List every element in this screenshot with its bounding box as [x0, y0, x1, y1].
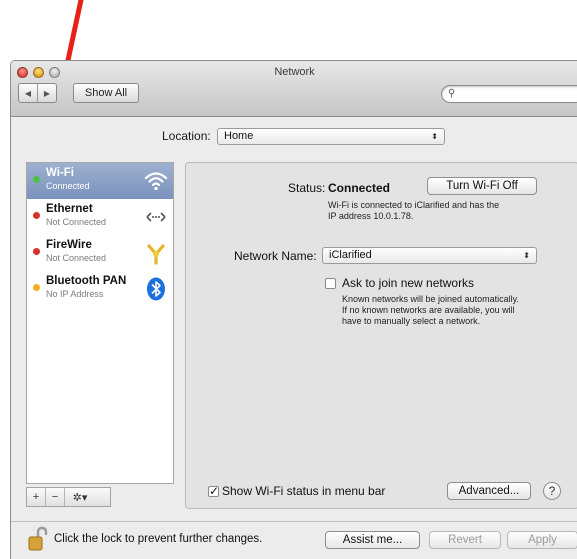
revert-button[interactable]: Revert: [429, 531, 501, 549]
turn-wifi-off-button[interactable]: Turn Wi-Fi Off: [427, 177, 537, 195]
remove-service-button[interactable]: −: [45, 488, 64, 506]
service-status: Not Connected: [46, 217, 107, 227]
service-status: No IP Address: [46, 289, 104, 299]
network-name-value: iClarified: [329, 249, 372, 261]
help-button[interactable]: ?: [543, 482, 561, 500]
service-status: Not Connected: [46, 253, 107, 263]
assist-me-button[interactable]: Assist me...: [325, 531, 420, 549]
ask-join-checkbox[interactable]: [325, 278, 336, 289]
location-value: Home: [224, 130, 254, 142]
bluetooth-icon: [147, 277, 165, 301]
service-name: FireWire: [46, 239, 92, 251]
back-arrow-icon[interactable]: ◀: [19, 84, 37, 102]
location-popup[interactable]: Home ⬍: [217, 128, 445, 145]
status-value: Connected: [328, 181, 391, 195]
service-item-firewire[interactable]: FireWire Not Connected: [27, 235, 173, 271]
ask-join-description-line1: Known networks will be joined automatica…: [342, 294, 519, 304]
window-title: Network: [274, 66, 315, 78]
ethernet-icon: [146, 212, 166, 222]
gear-menu-button[interactable]: ✲▾: [64, 488, 95, 506]
back-forward-control: ◀ ▶: [18, 83, 57, 103]
advanced-button[interactable]: Advanced...: [447, 482, 531, 500]
wifi-icon: [144, 172, 168, 191]
search-field[interactable]: ⚲: [441, 85, 577, 103]
forward-arrow-icon[interactable]: ▶: [37, 84, 56, 102]
status-dot: [33, 176, 40, 183]
ask-join-description-line2: If no known networks are available, you …: [342, 305, 515, 315]
magnifier-icon: ⚲: [448, 88, 456, 99]
show-wifi-status-checkbox[interactable]: ✓: [208, 485, 219, 497]
status-dot: [33, 212, 40, 219]
service-item-ethernet[interactable]: Ethernet Not Connected: [27, 199, 173, 235]
ask-join-label: Ask to join new networks: [342, 276, 475, 290]
service-detail-pane: Status: Connected Turn Wi-Fi Off Wi-Fi i…: [185, 162, 577, 509]
service-name: Wi-Fi: [46, 167, 74, 179]
service-name: Bluetooth PAN: [46, 275, 127, 287]
add-service-button[interactable]: +: [27, 488, 45, 506]
status-dot: [33, 284, 40, 291]
status-label: Status:: [288, 181, 326, 195]
updown-arrows-icon: ⬍: [523, 251, 530, 260]
location-label: Location:: [162, 129, 211, 143]
lock-message: Click the lock to prevent further change…: [54, 533, 263, 545]
status-description-line2: IP address 10.0.1.78.: [328, 211, 414, 221]
service-item-bluetooth-pan[interactable]: Bluetooth PAN No IP Address: [27, 271, 173, 307]
lock-icon[interactable]: [28, 526, 48, 552]
network-name-popup[interactable]: iClarified ⬍: [322, 247, 537, 264]
service-name: Ethernet: [46, 203, 93, 215]
show-wifi-status-label: Show Wi-Fi status in menu bar: [222, 484, 386, 498]
ask-join-description-line3: have to manually select a network.: [342, 316, 481, 326]
apply-button[interactable]: Apply: [507, 531, 577, 549]
toolbar: Network ◀ ▶ Show All ⚲: [11, 61, 577, 117]
footer-divider: [11, 521, 577, 522]
show-all-button[interactable]: Show All: [73, 83, 139, 103]
status-dot: [33, 248, 40, 255]
service-status: Connected: [46, 181, 90, 191]
status-description-line1: Wi-Fi is connected to iClarified and has…: [328, 200, 500, 210]
updown-arrows-icon: ⬍: [431, 132, 438, 141]
network-name-label: Network Name:: [234, 249, 317, 263]
service-list: Wi-Fi Connected Ethernet Not Connected F…: [26, 162, 174, 484]
service-item-wifi[interactable]: Wi-Fi Connected: [27, 163, 173, 199]
network-preferences-window: Network ◀ ▶ Show All ⚲ Location: Home ⬍ …: [10, 60, 577, 559]
firewire-icon: [147, 244, 165, 265]
service-list-controls: + − ✲▾: [26, 487, 111, 507]
